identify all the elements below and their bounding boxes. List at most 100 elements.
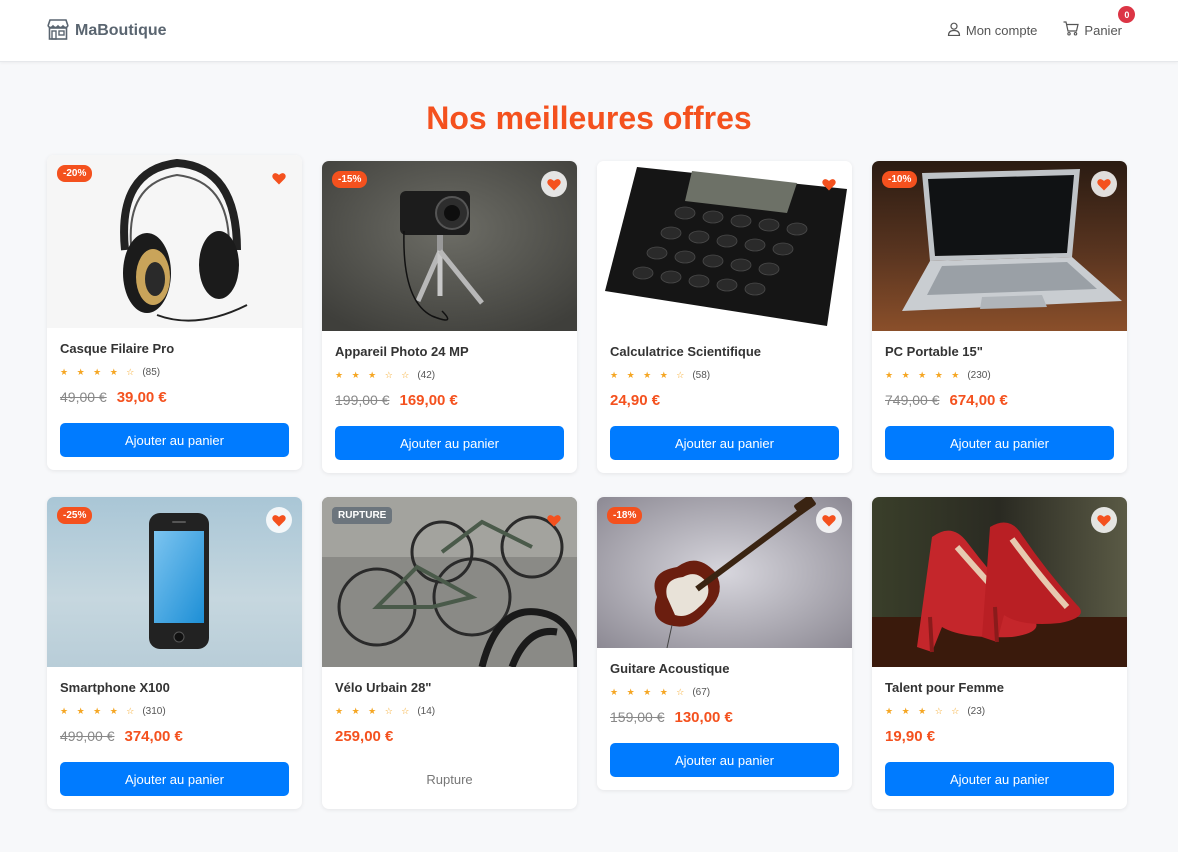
- product-card: -18% Guitare Acoustique ★ ★ ★ ★ ☆ (67) 1…: [597, 497, 852, 790]
- product-prices: 49,00 € 39,00 €: [60, 389, 289, 409]
- add-to-cart-button[interactable]: Ajouter au panier: [335, 426, 564, 460]
- product-name[interactable]: Smartphone X100: [60, 680, 289, 698]
- product-rating: ★ ★ ★ ☆ ☆ (14): [335, 704, 564, 718]
- current-price: 19,90 €: [885, 728, 936, 745]
- favorite-button[interactable]: [816, 507, 842, 533]
- product-name[interactable]: Talent pour Femme: [885, 680, 1114, 698]
- product-image[interactable]: [597, 161, 852, 331]
- heart-icon: [822, 178, 836, 190]
- product-name[interactable]: Guitare Acoustique: [610, 661, 839, 679]
- product-card: RUPTURE Vélo Urbain 28" ★ ★ ★ ☆ ☆ (14) 2…: [322, 497, 577, 809]
- store-icon: [46, 18, 70, 45]
- logo-text: MaBoutique: [75, 22, 167, 39]
- cart-label: Panier: [1084, 22, 1122, 38]
- review-count: (58): [692, 369, 711, 381]
- current-price: 39,00 €: [116, 389, 167, 406]
- rating-stars: ★ ★ ★ ★ ☆: [610, 686, 688, 697]
- favorite-button[interactable]: [1091, 507, 1117, 533]
- heart-icon: [547, 178, 561, 190]
- current-price: 24,90 €: [610, 392, 661, 409]
- current-price: 169,00 €: [399, 392, 458, 409]
- product-name[interactable]: PC Portable 15": [885, 344, 1114, 362]
- logo[interactable]: MaBoutique: [46, 17, 167, 45]
- old-price: 749,00 €: [885, 392, 940, 408]
- heart-icon: [822, 514, 836, 526]
- favorite-button[interactable]: [541, 507, 567, 533]
- current-price: 130,00 €: [674, 709, 733, 726]
- product-prices: 259,00 €: [335, 728, 564, 748]
- user-icon: [947, 22, 961, 39]
- review-count: (230): [967, 369, 991, 381]
- review-count: (23): [967, 705, 986, 717]
- product-image[interactable]: [872, 497, 1127, 667]
- product-name[interactable]: Casque Filaire Pro: [60, 341, 289, 359]
- product-image[interactable]: -25%: [47, 497, 302, 667]
- product-name[interactable]: Calculatrice Scientifique: [610, 344, 839, 362]
- product-image[interactable]: -10%: [872, 161, 1127, 331]
- product-image[interactable]: -20%: [47, 155, 302, 328]
- product-card: -25% Smartphone X100 ★ ★ ★ ★ ☆ (310) 499…: [47, 497, 302, 809]
- rating-stars: ★ ★ ★ ★ ★: [885, 369, 963, 380]
- add-to-cart-button[interactable]: Ajouter au panier: [60, 762, 289, 796]
- current-price: 259,00 €: [335, 728, 394, 745]
- add-to-cart-button[interactable]: Ajouter au panier: [885, 426, 1114, 460]
- old-price: 49,00 €: [60, 389, 107, 405]
- heart-icon: [1097, 514, 1111, 526]
- product-image[interactable]: RUPTURE: [322, 497, 577, 667]
- product-name[interactable]: Appareil Photo 24 MP: [335, 344, 564, 362]
- add-to-cart-button[interactable]: Ajouter au panier: [60, 423, 289, 457]
- rating-stars: ★ ★ ★ ☆ ☆: [335, 369, 413, 380]
- product-image[interactable]: -18%: [597, 497, 852, 648]
- heart-icon: [1097, 178, 1111, 190]
- add-to-cart-button[interactable]: Ajouter au panier: [610, 426, 839, 460]
- favorite-button[interactable]: [266, 507, 292, 533]
- product-rating: ★ ★ ★ ★ ☆ (58): [610, 368, 839, 382]
- product-card: Calculatrice Scientifique ★ ★ ★ ★ ☆ (58)…: [597, 161, 852, 473]
- product-image[interactable]: -15%: [322, 161, 577, 331]
- page-title: Nos meilleures offres: [426, 100, 752, 136]
- out-of-stock-badge: RUPTURE: [332, 507, 393, 524]
- out-of-stock-button: Rupture: [335, 762, 564, 796]
- discount-badge: -15%: [332, 171, 368, 188]
- review-count: (310): [142, 705, 166, 717]
- heart-icon: [272, 514, 286, 526]
- add-to-cart-button[interactable]: Ajouter au panier: [885, 762, 1114, 796]
- product-rating: ★ ★ ★ ★ ☆ (310): [60, 704, 289, 718]
- product-rating: ★ ★ ★ ☆ ☆ (42): [335, 368, 564, 382]
- rating-stars: ★ ★ ★ ★ ☆: [60, 705, 138, 716]
- favorite-button[interactable]: [816, 171, 842, 197]
- account-link[interactable]: Mon compte: [947, 22, 1038, 39]
- product-card: -10% PC Portable 15" ★ ★ ★ ★ ★ (230) 749…: [872, 161, 1127, 473]
- account-label: Mon compte: [965, 22, 1038, 38]
- rating-stars: ★ ★ ★ ★ ☆: [60, 366, 138, 377]
- product-rating: ★ ★ ★ ★ ★ (230): [885, 368, 1114, 382]
- product-prices: 749,00 € 674,00 €: [885, 392, 1114, 412]
- current-price: 374,00 €: [124, 728, 183, 745]
- product-card: Talent pour Femme ★ ★ ★ ☆ ☆ (23) 19,90 €…: [872, 497, 1127, 809]
- favorite-button[interactable]: [1091, 171, 1117, 197]
- discount-badge: -20%: [57, 165, 93, 182]
- product-name[interactable]: Vélo Urbain 28": [335, 680, 564, 698]
- favorite-button[interactable]: [541, 171, 567, 197]
- discount-badge: -18%: [607, 507, 643, 524]
- old-price: 159,00 €: [610, 709, 665, 725]
- cart-link[interactable]: Panier 0: [1063, 6, 1136, 39]
- top-header: MaBoutique Mon compte Panier 0: [0, 0, 1178, 62]
- product-prices: 24,90 €: [610, 392, 839, 412]
- cart-count-badge: 0: [1118, 6, 1136, 23]
- cart-icon: [1063, 21, 1080, 39]
- review-count: (14): [417, 705, 436, 717]
- product-rating: ★ ★ ★ ★ ☆ (85): [60, 365, 289, 379]
- product-prices: 199,00 € 169,00 €: [335, 392, 564, 412]
- discount-badge: -10%: [882, 171, 918, 188]
- review-count: (67): [692, 686, 711, 698]
- add-to-cart-button[interactable]: Ajouter au panier: [610, 743, 839, 777]
- product-prices: 19,90 €: [885, 728, 1114, 748]
- product-card: -15% Appareil Photo 24 MP ★ ★ ★ ☆ ☆ (42)…: [322, 161, 577, 473]
- current-price: 674,00 €: [949, 392, 1008, 409]
- review-count: (42): [417, 369, 436, 381]
- favorite-button[interactable]: [266, 165, 292, 191]
- old-price: 199,00 €: [335, 392, 390, 408]
- rating-stars: ★ ★ ★ ★ ☆: [610, 369, 688, 380]
- discount-badge: -25%: [57, 507, 93, 524]
